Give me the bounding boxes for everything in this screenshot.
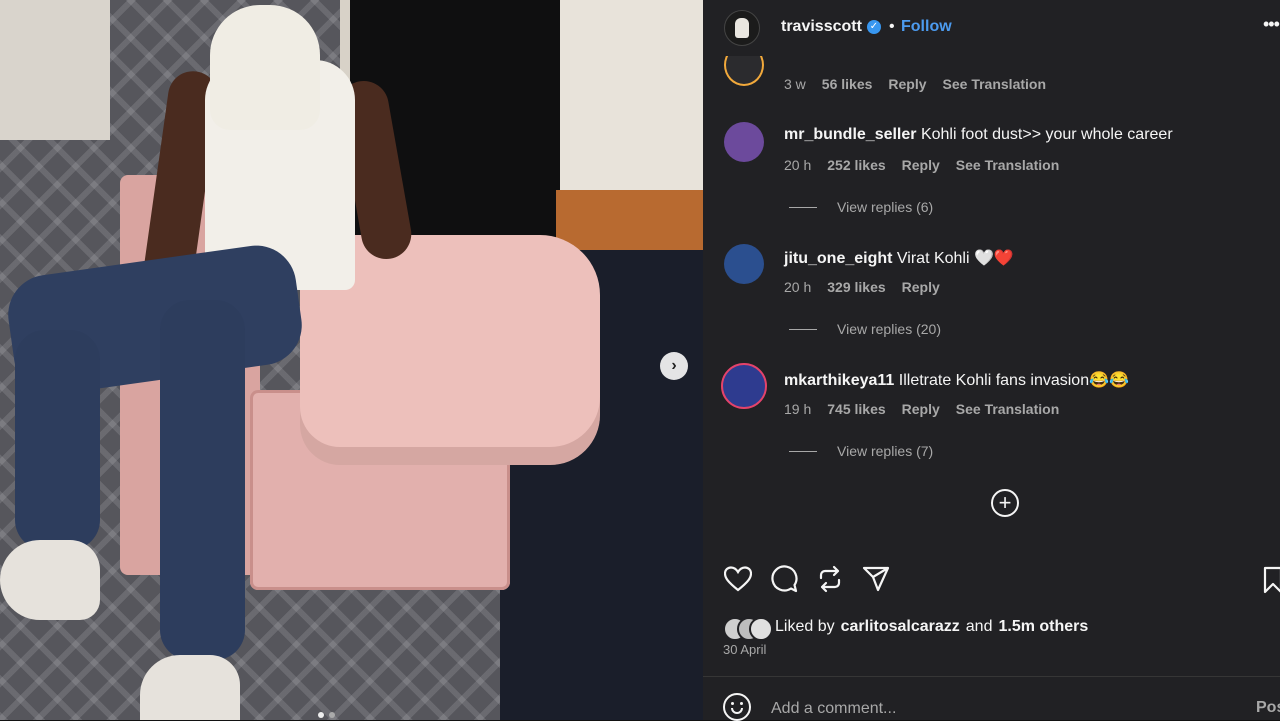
comment-body: mkarthikeya11 Illetrate Kohli fans invas… <box>784 370 1129 390</box>
comment-username[interactable]: jitu_one_eight <box>784 250 892 267</box>
share-icon[interactable] <box>861 564 891 594</box>
carousel-dots <box>318 712 335 718</box>
instagram-post-view: › travisscott ✓ • Follow ••• 3 w 56 like… <box>0 0 1280 721</box>
see-translation-link[interactable]: See Translation <box>943 76 1046 92</box>
comment-time: 19 h <box>784 401 812 417</box>
comment-likes[interactable]: 252 likes <box>827 157 885 173</box>
comment-reply-button[interactable]: Reply <box>888 76 926 92</box>
view-replies-button[interactable]: View replies (6) <box>789 199 933 215</box>
comment-time: 3 w <box>784 76 806 92</box>
repost-icon[interactable] <box>815 564 845 594</box>
liked-by-avatars <box>723 615 773 641</box>
add-comment-input[interactable] <box>771 697 1231 721</box>
comment-meta: 20 h 252 likes Reply See Translation <box>784 157 1059 173</box>
post-photo[interactable]: › <box>0 0 703 720</box>
post-header: travisscott ✓ • Follow ••• <box>703 0 1280 56</box>
person-shoe-right <box>140 655 240 720</box>
author-username[interactable]: travisscott <box>781 18 862 36</box>
comment-meta: 20 h 329 likes Reply <box>784 279 940 295</box>
view-replies-label: View replies (20) <box>837 321 942 337</box>
person-leg-left <box>15 330 100 550</box>
person-cap <box>210 5 320 130</box>
comment-time: 20 h <box>784 157 812 173</box>
plus-circle-icon: + <box>998 490 1012 515</box>
comment-time: 20 h <box>784 279 812 295</box>
comment-likes[interactable]: 329 likes <box>827 279 885 295</box>
see-translation-link[interactable]: See Translation <box>956 157 1059 173</box>
more-options-icon[interactable]: ••• <box>1263 14 1280 35</box>
comment-avatar[interactable] <box>724 244 764 284</box>
comment-reply-button[interactable]: Reply <box>902 401 940 417</box>
author-avatar[interactable] <box>724 10 760 46</box>
liked-by-others[interactable]: 1.5m others <box>998 618 1088 636</box>
comment-reply-button[interactable]: Reply <box>902 279 940 295</box>
sofa-shape <box>0 0 110 140</box>
liked-avatar <box>749 617 773 641</box>
view-replies-label: View replies (7) <box>837 443 934 459</box>
post-side-panel: travisscott ✓ • Follow ••• 3 w 56 likes … <box>703 0 1280 721</box>
post-date[interactable]: 30 April <box>723 642 766 657</box>
divider <box>703 676 1280 677</box>
liked-by-prefix: Liked by <box>775 618 835 635</box>
replies-line-divider <box>789 206 817 208</box>
view-replies-label: View replies (6) <box>837 199 934 215</box>
carousel-next-button[interactable]: › <box>660 352 688 380</box>
comment-avatar[interactable] <box>721 363 767 409</box>
replies-line-divider <box>789 328 817 330</box>
replies-line-divider <box>789 450 817 452</box>
view-replies-button[interactable]: View replies (7) <box>789 443 933 459</box>
comment-body: jitu_one_eight Virat Kohli 🤍❤️ <box>784 248 1014 268</box>
likes-summary: Liked by carlitosalcarazz and 1.5m other… <box>723 614 1088 641</box>
comment-likes[interactable]: 745 likes <box>827 401 885 417</box>
comment-likes[interactable]: 56 likes <box>822 76 873 92</box>
comment-avatar[interactable] <box>724 122 764 162</box>
comment-reply-button[interactable]: Reply <box>902 157 940 173</box>
liked-by-middle: and <box>965 618 993 635</box>
comment-meta: 19 h 745 likes Reply See Translation <box>784 401 1059 417</box>
post-actions-bar <box>723 564 891 594</box>
person-shoe-left <box>0 540 100 620</box>
liked-by-user[interactable]: carlitosalcarazz <box>841 618 960 636</box>
see-translation-link[interactable]: See Translation <box>956 401 1059 417</box>
comment-username[interactable]: mr_bundle_seller <box>784 126 917 143</box>
comment-icon[interactable] <box>769 564 799 594</box>
carousel-dot <box>329 712 335 718</box>
heart-icon[interactable] <box>723 564 753 594</box>
comment-text: Virat Kohli 🤍❤️ <box>896 250 1014 267</box>
comment-username[interactable]: mkarthikeya11 <box>784 372 894 389</box>
post-comment-button[interactable]: Post <box>1256 699 1280 717</box>
emoji-icon[interactable] <box>723 693 751 721</box>
bookmark-icon[interactable] <box>1263 566 1280 594</box>
load-more-comments-button[interactable]: + <box>991 489 1019 517</box>
follow-button[interactable]: Follow <box>901 18 952 36</box>
chevron-right-icon: › <box>671 357 677 374</box>
view-replies-button[interactable]: View replies (20) <box>789 321 941 337</box>
comment-text: Kohli foot dust>> your whole career <box>920 126 1173 143</box>
carousel-dot-active <box>318 712 324 718</box>
person-leg-right <box>160 300 245 660</box>
comment-text: Illetrate Kohli fans invasion😂😂 <box>898 372 1129 389</box>
verified-badge-icon: ✓ <box>867 20 881 34</box>
comment-body: mr_bundle_seller Kohli foot dust>> your … <box>784 126 1173 144</box>
comment-meta-partial: 3 w 56 likes Reply See Translation <box>784 76 1046 92</box>
header-separator: • <box>889 18 895 35</box>
